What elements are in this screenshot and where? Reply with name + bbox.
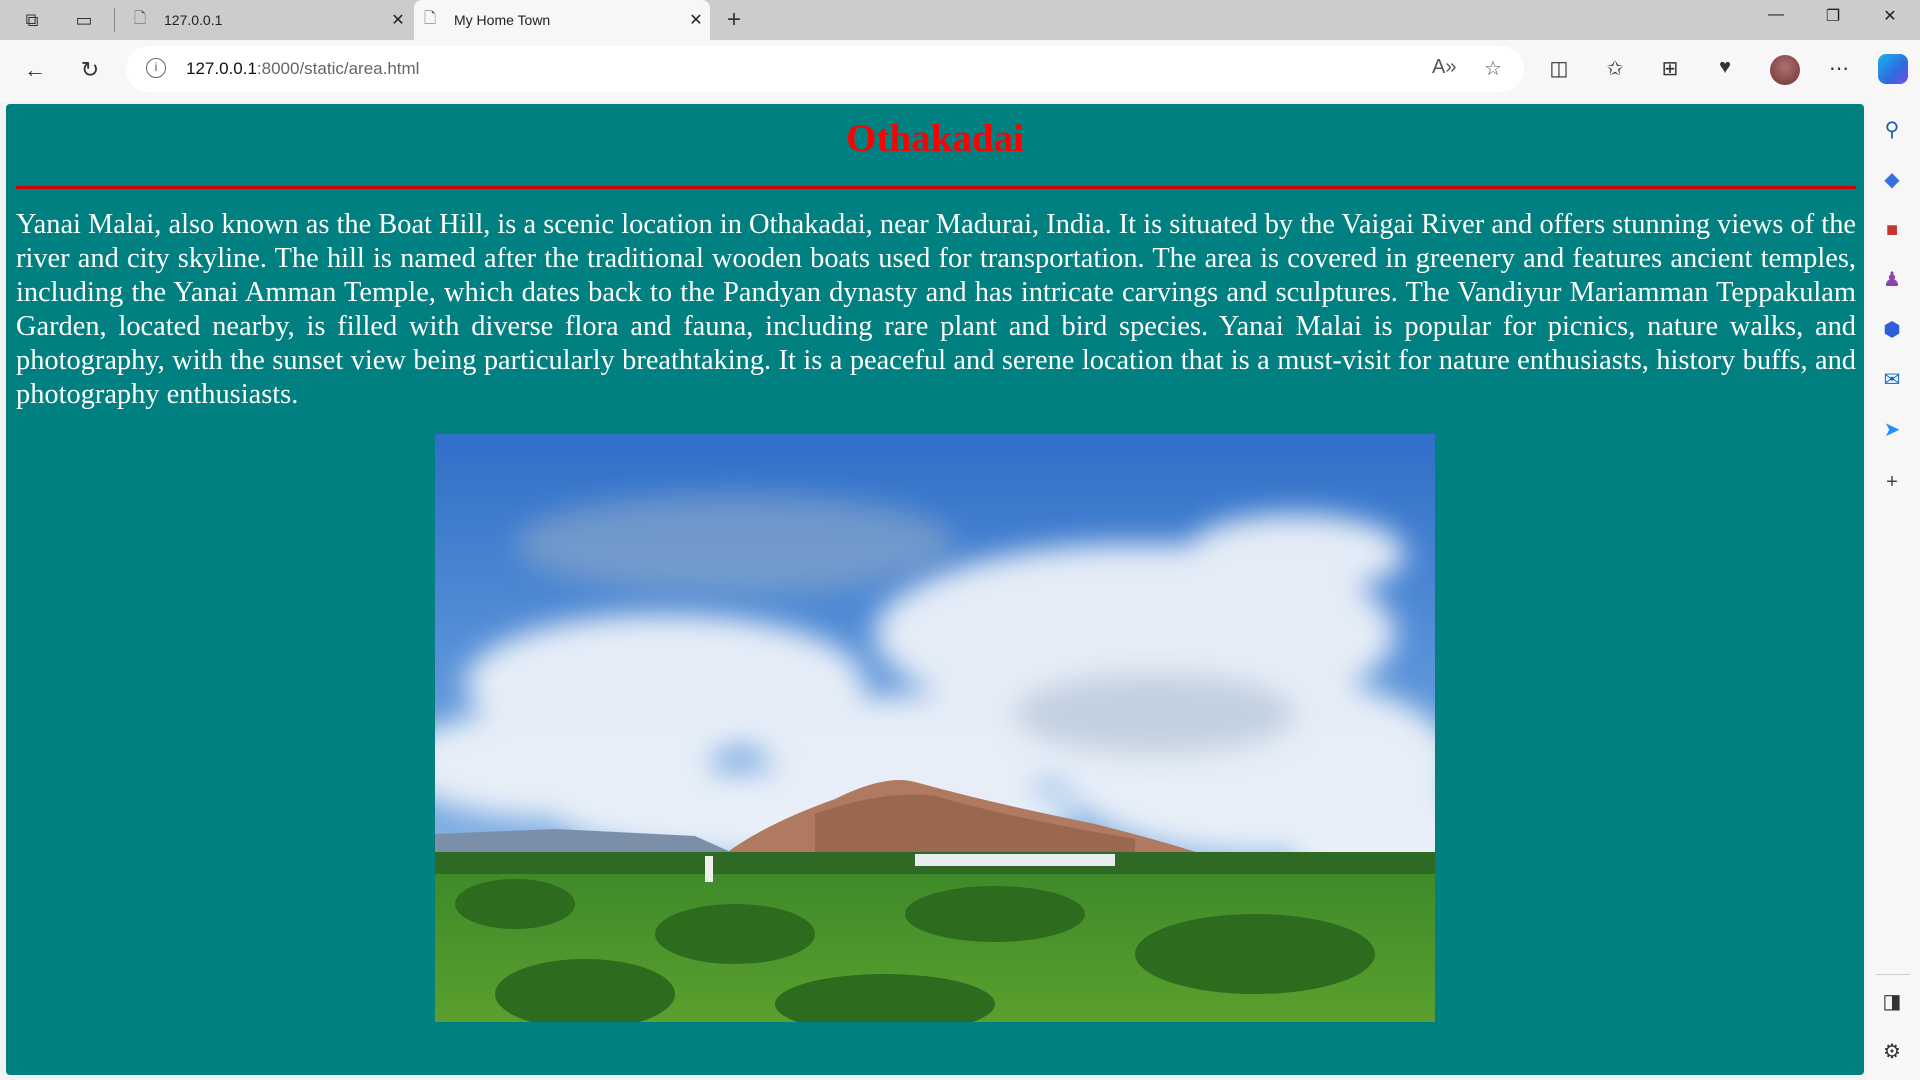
landscape-image <box>435 434 1435 1022</box>
tab-label: My Home Town <box>454 12 551 28</box>
drop-send-icon[interactable]: ➤ <box>1878 416 1906 444</box>
restore-icon[interactable]: ❐ <box>1813 6 1853 26</box>
minimize-icon[interactable]: — <box>1756 6 1796 24</box>
games-icon[interactable]: ♟ <box>1878 266 1906 294</box>
address-bar[interactable]: i 127.0.0.1:8000/static/area.html A» ☆ <box>126 46 1524 92</box>
page-title: Othakadai <box>846 117 1024 160</box>
divider <box>1876 974 1910 975</box>
info-icon[interactable]: i <box>146 58 166 78</box>
description-paragraph: Yanai Malai, also known as the Boat Hill… <box>16 209 1856 410</box>
web-page: Othakadai Yanai Malai, also known as the… <box>6 104 1864 1075</box>
more-menu-icon[interactable]: ⋯ <box>1824 56 1854 81</box>
favorite-star-icon[interactable]: ☆ <box>1484 56 1502 81</box>
vertical-tabs-icon[interactable]: ▭ <box>72 8 96 32</box>
page-error-icon: 🗋 <box>134 9 147 27</box>
tab-my-home-town[interactable]: 🗋 My Home Town ✕ <box>414 0 710 40</box>
close-tab-icon[interactable]: ✕ <box>384 10 412 30</box>
url-text[interactable]: 127.0.0.1:8000/static/area.html <box>186 59 419 79</box>
title-divider <box>16 186 1856 189</box>
favorites-icon[interactable]: ✩ <box>1600 56 1630 81</box>
shopping-tag-icon[interactable]: ◆ <box>1878 166 1906 194</box>
toolbar: ← ↻ i 127.0.0.1:8000/static/area.html A»… <box>0 40 1920 102</box>
divider <box>114 8 115 32</box>
workspaces-icon[interactable]: ⧉ <box>20 8 44 32</box>
tab-label: 127.0.0.1 <box>164 12 223 28</box>
yanai-malai-photo <box>435 434 1435 1022</box>
outlook-icon[interactable]: ✉ <box>1878 366 1906 394</box>
close-window-icon[interactable]: ✕ <box>1870 6 1910 26</box>
close-tab-icon[interactable]: ✕ <box>682 10 710 30</box>
read-aloud-icon[interactable]: A» <box>1432 56 1456 79</box>
settings-gear-icon[interactable]: ⚙ <box>1878 1038 1906 1066</box>
tools-icon[interactable]: ■ <box>1878 216 1906 244</box>
add-icon[interactable]: + <box>1878 468 1906 496</box>
health-extension-icon[interactable]: ♥ <box>1710 56 1740 79</box>
back-icon[interactable]: ← <box>20 57 50 83</box>
profile-avatar[interactable] <box>1770 55 1800 85</box>
refresh-icon[interactable]: ↻ <box>75 57 105 83</box>
page-icon: 🗋 <box>424 9 437 27</box>
tab-bar: ⧉ ▭ 🗋 127.0.0.1 ✕ 🗋 My Home Town ✕ + — ❐… <box>0 0 1920 40</box>
microsoft-365-icon[interactable]: ⬢ <box>1878 316 1906 344</box>
copilot-icon[interactable] <box>1878 54 1908 84</box>
collections-icon[interactable]: ⊞ <box>1655 56 1685 81</box>
search-icon[interactable]: ⚲ <box>1878 116 1906 144</box>
new-tab-icon[interactable]: + <box>722 8 746 32</box>
tab-127[interactable]: 🗋 127.0.0.1 ✕ <box>124 0 412 40</box>
split-screen-icon[interactable]: ◫ <box>1544 56 1574 81</box>
edge-sidebar: ⚲ ◆ ■ ♟ ⬢ ✉ ➤ + ◨ ⚙ <box>1866 102 1920 1080</box>
hide-sidebar-icon[interactable]: ◨ <box>1878 988 1906 1016</box>
